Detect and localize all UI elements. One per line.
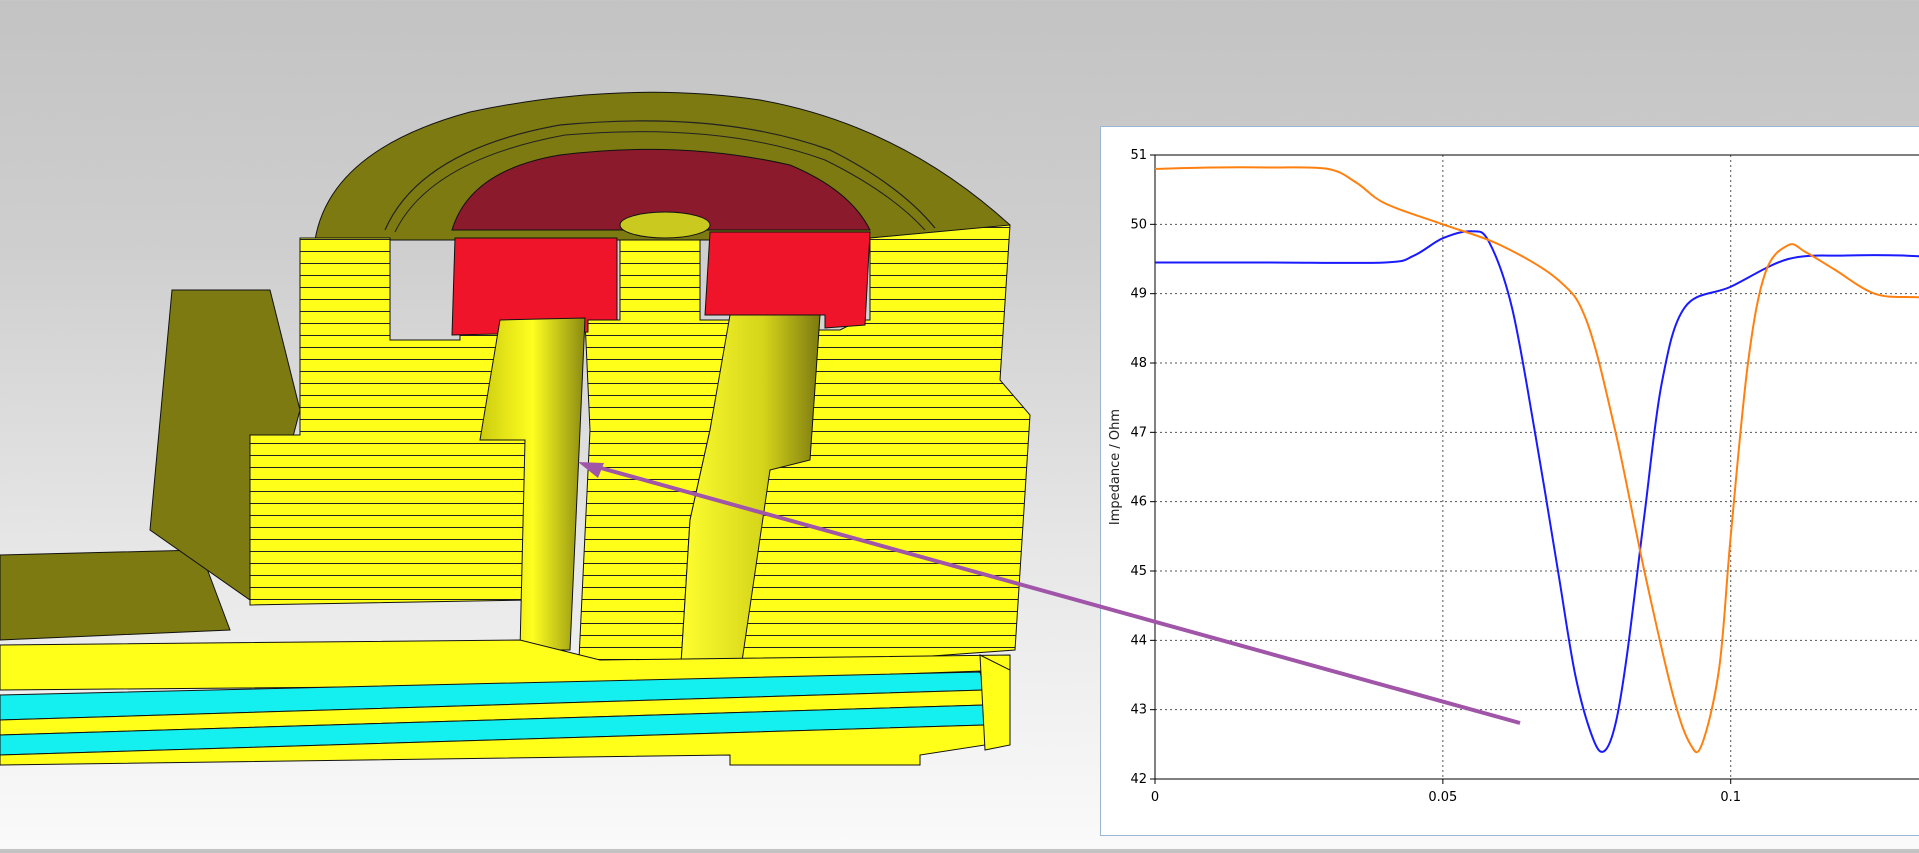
pcb-edge <box>979 654 1011 751</box>
y-tick-label: 48 <box>1130 356 1147 371</box>
y-tick-label: 47 <box>1130 425 1147 440</box>
y-tick-label: 46 <box>1130 495 1147 510</box>
y-tick-label: 51 <box>1130 148 1147 163</box>
center-pin-hole <box>619 211 711 239</box>
impedance-plot-window[interactable]: 51 50 49 48 47 46 45 44 43 42 0 0.05 0.1 Impedance /… <box>1100 126 1919 836</box>
y-tick-label: 44 <box>1130 633 1147 648</box>
x-tick-label: 0.1 <box>1720 790 1741 805</box>
y-axis-label: Impedance / Ohm <box>1108 409 1123 525</box>
chart-series <box>1154 166 1919 754</box>
pcb-top-surface <box>0 549 231 641</box>
impedance-chart: 51 50 49 48 47 46 45 44 43 42 0 0.05 0.1 Impedance /… <box>1108 148 1919 805</box>
x-tick-label: 0 <box>1151 790 1159 805</box>
dielectric-cross-section-right <box>704 231 871 329</box>
x-tick-label: 0.05 <box>1428 790 1457 805</box>
chart-gridlines <box>1155 154 1919 780</box>
y-tick-label: 43 <box>1130 703 1147 718</box>
y-tick-label: 50 <box>1130 217 1147 232</box>
y-tick-label: 45 <box>1130 564 1147 579</box>
series-line-1 <box>1155 230 1919 753</box>
y-tick-label: 42 <box>1130 772 1147 787</box>
y-tick-label: 49 <box>1130 287 1147 302</box>
series-line-2 <box>1154 166 1919 754</box>
chart-axes: 51 50 49 48 47 46 45 44 43 42 0 0.05 0.1 <box>1130 148 1919 805</box>
